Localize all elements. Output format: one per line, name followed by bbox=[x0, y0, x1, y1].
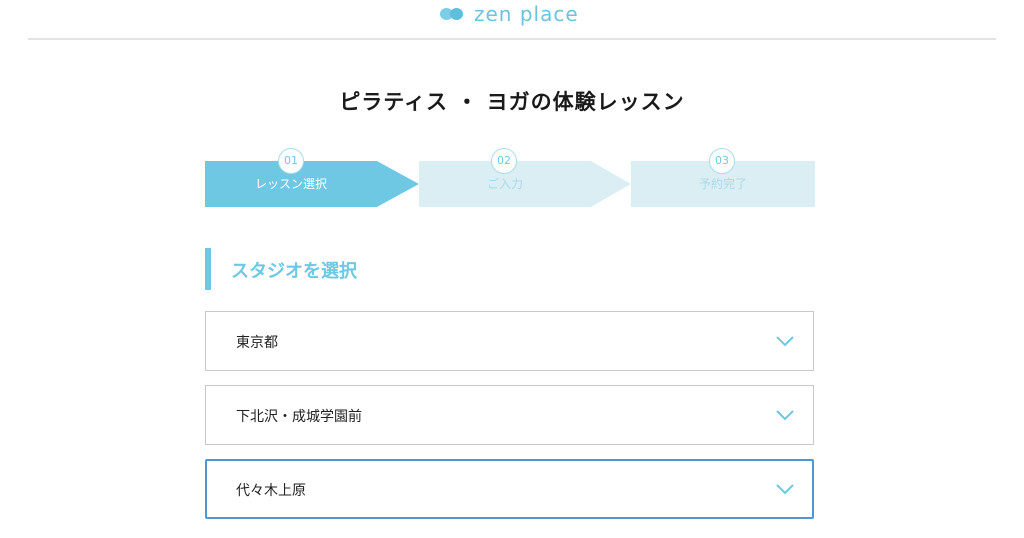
studio-select-value: 代々木上原 bbox=[236, 483, 306, 499]
step-3-number: 03 bbox=[709, 148, 735, 174]
prefecture-select[interactable]: 東京都 bbox=[205, 311, 814, 371]
brand-name: zen place bbox=[474, 2, 579, 26]
step-2-number: 02 bbox=[491, 148, 517, 174]
chevron-down-icon bbox=[776, 410, 794, 421]
prefecture-select-value: 東京都 bbox=[236, 335, 278, 351]
step-progress: レッスン選択 01 ご入力 02 予約完了 03 bbox=[205, 148, 815, 210]
brand-logo[interactable]: zen place bbox=[440, 2, 579, 26]
section-heading-accent bbox=[205, 248, 211, 290]
section-heading-text: スタジオを選択 bbox=[231, 261, 357, 282]
step-1-number: 01 bbox=[278, 148, 304, 174]
page-title: ピラティス ・ ヨガの体験レッスン bbox=[339, 90, 685, 114]
logo-icon bbox=[440, 6, 466, 22]
area-select-value: 下北沢・成城学園前 bbox=[236, 409, 362, 425]
chevron-down-icon bbox=[776, 484, 794, 495]
header-divider bbox=[28, 38, 996, 40]
area-select[interactable]: 下北沢・成城学園前 bbox=[205, 385, 814, 445]
header: zen place bbox=[0, 0, 1024, 40]
studio-select[interactable]: 代々木上原 bbox=[205, 459, 814, 519]
chevron-down-icon bbox=[776, 336, 794, 347]
